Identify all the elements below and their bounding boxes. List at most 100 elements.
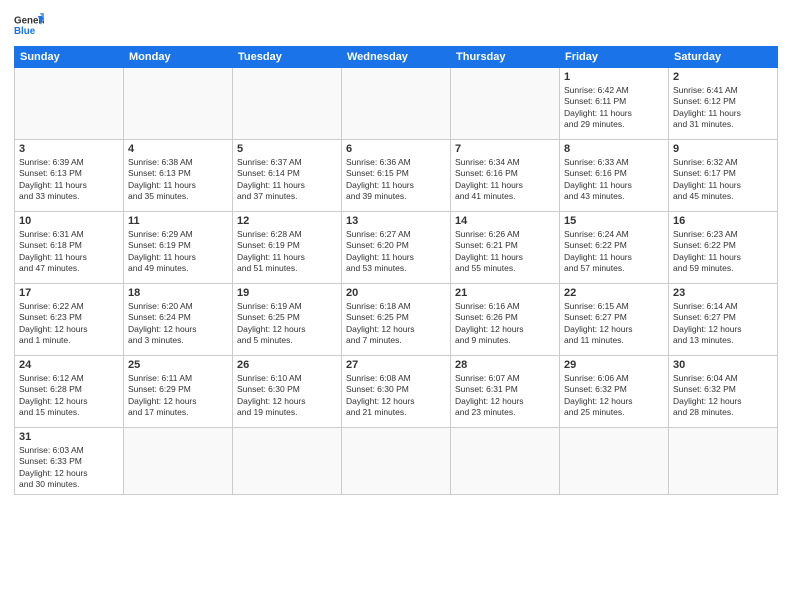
day-info: Sunrise: 6:39 AM Sunset: 6:13 PM Dayligh… xyxy=(19,157,119,203)
day-info: Sunrise: 6:06 AM Sunset: 6:32 PM Dayligh… xyxy=(564,373,664,419)
day-number: 12 xyxy=(237,215,337,227)
day-of-week-header: Tuesday xyxy=(233,47,342,68)
page: General Blue SundayMondayTuesdayWednesda… xyxy=(0,0,792,612)
calendar-day-cell: 7 Sunrise: 6:34 AM Sunset: 6:16 PM Daylig… xyxy=(451,140,560,212)
calendar-day-cell: 26Sunrise: 6:10 AM Sunset: 6:30 PM Dayli… xyxy=(233,356,342,428)
day-number: 20 xyxy=(346,287,446,299)
day-of-week-header: Thursday xyxy=(451,47,560,68)
calendar-day-cell: 31Sunrise: 6:03 AM Sunset: 6:33 PM Dayli… xyxy=(15,428,124,495)
day-info: Sunrise: 6:04 AM Sunset: 6:32 PM Dayligh… xyxy=(673,373,773,419)
day-info: Sunrise: 6:14 AM Sunset: 6:27 PM Dayligh… xyxy=(673,301,773,347)
calendar-week-row: 17 Sunrise: 6:22 AM Sunset: 6:23 PM Dayli… xyxy=(15,284,778,356)
calendar-day-cell xyxy=(342,428,451,495)
calendar-day-cell: 12 Sunrise: 6:28 AM Sunset: 6:19 PM Dayli… xyxy=(233,212,342,284)
day-number: 7 xyxy=(455,143,555,155)
day-info: Sunrise: 6:20 AM Sunset: 6:24 PM Dayligh… xyxy=(128,301,228,347)
day-number: 15 xyxy=(564,215,664,227)
day-number: 11 xyxy=(128,215,228,227)
calendar-day-cell: 29 Sunrise: 6:06 AM Sunset: 6:32 PM Dayli… xyxy=(560,356,669,428)
day-info: Sunrise: 6:23 AM Sunset: 6:22 PM Dayligh… xyxy=(673,229,773,275)
calendar-day-cell: 23Sunrise: 6:14 AM Sunset: 6:27 PM Dayli… xyxy=(669,284,778,356)
calendar-day-cell xyxy=(15,68,124,140)
day-info: Sunrise: 6:28 AM Sunset: 6:19 PM Dayligh… xyxy=(237,229,337,275)
day-number: 17 xyxy=(19,287,119,299)
day-number: 14 xyxy=(455,215,555,227)
calendar-day-cell: 17 Sunrise: 6:22 AM Sunset: 6:23 PM Dayli… xyxy=(15,284,124,356)
calendar-day-cell: 18Sunrise: 6:20 AM Sunset: 6:24 PM Dayli… xyxy=(124,284,233,356)
day-info: Sunrise: 6:08 AM Sunset: 6:30 PM Dayligh… xyxy=(346,373,446,419)
calendar-day-cell xyxy=(124,428,233,495)
day-info: Sunrise: 6:07 AM Sunset: 6:31 PM Dayligh… xyxy=(455,373,555,419)
calendar-header-row: SundayMondayTuesdayWednesdayThursdayFrid… xyxy=(15,47,778,68)
calendar-day-cell: 10 Sunrise: 6:31 AM Sunset: 6:18 PM Dayli… xyxy=(15,212,124,284)
day-info: Sunrise: 6:36 AM Sunset: 6:15 PM Dayligh… xyxy=(346,157,446,203)
day-number: 21 xyxy=(455,287,555,299)
day-info: Sunrise: 6:37 AM Sunset: 6:14 PM Dayligh… xyxy=(237,157,337,203)
calendar-day-cell: 2 Sunrise: 6:41 AM Sunset: 6:12 PM Daylig… xyxy=(669,68,778,140)
calendar-day-cell: 21 Sunrise: 6:16 AM Sunset: 6:26 PM Dayli… xyxy=(451,284,560,356)
calendar-day-cell: 20 Sunrise: 6:18 AM Sunset: 6:25 PM Dayli… xyxy=(342,284,451,356)
day-info: Sunrise: 6:42 AM Sunset: 6:11 PM Dayligh… xyxy=(564,85,664,131)
calendar-day-cell: 5 Sunrise: 6:37 AM Sunset: 6:14 PM Daylig… xyxy=(233,140,342,212)
calendar-day-cell: 11Sunrise: 6:29 AM Sunset: 6:19 PM Dayli… xyxy=(124,212,233,284)
day-info: Sunrise: 6:22 AM Sunset: 6:23 PM Dayligh… xyxy=(19,301,119,347)
day-of-week-header: Saturday xyxy=(669,47,778,68)
day-number: 22 xyxy=(564,287,664,299)
day-number: 25 xyxy=(128,359,228,371)
day-info: Sunrise: 6:15 AM Sunset: 6:27 PM Dayligh… xyxy=(564,301,664,347)
day-info: Sunrise: 6:34 AM Sunset: 6:16 PM Dayligh… xyxy=(455,157,555,203)
day-info: Sunrise: 6:32 AM Sunset: 6:17 PM Dayligh… xyxy=(673,157,773,203)
day-info: Sunrise: 6:26 AM Sunset: 6:21 PM Dayligh… xyxy=(455,229,555,275)
calendar-day-cell: 4Sunrise: 6:38 AM Sunset: 6:13 PM Daylig… xyxy=(124,140,233,212)
calendar-day-cell xyxy=(233,428,342,495)
calendar-day-cell: 16 Sunrise: 6:23 AM Sunset: 6:22 PM Dayli… xyxy=(669,212,778,284)
day-number: 3 xyxy=(19,143,119,155)
day-number: 13 xyxy=(346,215,446,227)
day-number: 1 xyxy=(564,71,664,83)
day-number: 19 xyxy=(237,287,337,299)
day-info: Sunrise: 6:41 AM Sunset: 6:12 PM Dayligh… xyxy=(673,85,773,131)
calendar-week-row: 10 Sunrise: 6:31 AM Sunset: 6:18 PM Dayli… xyxy=(15,212,778,284)
day-number: 5 xyxy=(237,143,337,155)
calendar-day-cell xyxy=(669,428,778,495)
calendar-day-cell: 9 Sunrise: 6:32 AM Sunset: 6:17 PM Daylig… xyxy=(669,140,778,212)
calendar-week-row: 1 Sunrise: 6:42 AM Sunset: 6:11 PM Daylig… xyxy=(15,68,778,140)
day-info: Sunrise: 6:27 AM Sunset: 6:20 PM Dayligh… xyxy=(346,229,446,275)
day-number: 9 xyxy=(673,143,773,155)
calendar-day-cell: 24Sunrise: 6:12 AM Sunset: 6:28 PM Dayli… xyxy=(15,356,124,428)
day-info: Sunrise: 6:03 AM Sunset: 6:33 PM Dayligh… xyxy=(19,445,119,491)
calendar-day-cell: 19 Sunrise: 6:19 AM Sunset: 6:25 PM Dayli… xyxy=(233,284,342,356)
header: General Blue xyxy=(14,10,778,40)
day-info: Sunrise: 6:11 AM Sunset: 6:29 PM Dayligh… xyxy=(128,373,228,419)
day-number: 29 xyxy=(564,359,664,371)
day-number: 4 xyxy=(128,143,228,155)
day-number: 27 xyxy=(346,359,446,371)
calendar-day-cell xyxy=(342,68,451,140)
calendar-day-cell: 1 Sunrise: 6:42 AM Sunset: 6:11 PM Daylig… xyxy=(560,68,669,140)
day-number: 16 xyxy=(673,215,773,227)
calendar-day-cell: 27 Sunrise: 6:08 AM Sunset: 6:30 PM Dayli… xyxy=(342,356,451,428)
calendar-week-row: 31Sunrise: 6:03 AM Sunset: 6:33 PM Dayli… xyxy=(15,428,778,495)
calendar-day-cell: 30Sunrise: 6:04 AM Sunset: 6:32 PM Dayli… xyxy=(669,356,778,428)
calendar-week-row: 3 Sunrise: 6:39 AM Sunset: 6:13 PM Daylig… xyxy=(15,140,778,212)
day-info: Sunrise: 6:31 AM Sunset: 6:18 PM Dayligh… xyxy=(19,229,119,275)
logo: General Blue xyxy=(14,10,44,40)
calendar-table: SundayMondayTuesdayWednesdayThursdayFrid… xyxy=(14,46,778,495)
day-info: Sunrise: 6:16 AM Sunset: 6:26 PM Dayligh… xyxy=(455,301,555,347)
day-number: 26 xyxy=(237,359,337,371)
general-blue-logo-icon: General Blue xyxy=(14,10,44,40)
day-number: 24 xyxy=(19,359,119,371)
day-number: 10 xyxy=(19,215,119,227)
day-of-week-header: Friday xyxy=(560,47,669,68)
calendar-day-cell xyxy=(560,428,669,495)
calendar-week-row: 24Sunrise: 6:12 AM Sunset: 6:28 PM Dayli… xyxy=(15,356,778,428)
day-info: Sunrise: 6:19 AM Sunset: 6:25 PM Dayligh… xyxy=(237,301,337,347)
day-info: Sunrise: 6:18 AM Sunset: 6:25 PM Dayligh… xyxy=(346,301,446,347)
calendar-day-cell xyxy=(451,68,560,140)
calendar-day-cell xyxy=(233,68,342,140)
calendar-day-cell: 22 Sunrise: 6:15 AM Sunset: 6:27 PM Dayli… xyxy=(560,284,669,356)
day-number: 2 xyxy=(673,71,773,83)
day-info: Sunrise: 6:33 AM Sunset: 6:16 PM Dayligh… xyxy=(564,157,664,203)
calendar-day-cell: 6Sunrise: 6:36 AM Sunset: 6:15 PM Daylig… xyxy=(342,140,451,212)
calendar-day-cell: 28Sunrise: 6:07 AM Sunset: 6:31 PM Dayli… xyxy=(451,356,560,428)
